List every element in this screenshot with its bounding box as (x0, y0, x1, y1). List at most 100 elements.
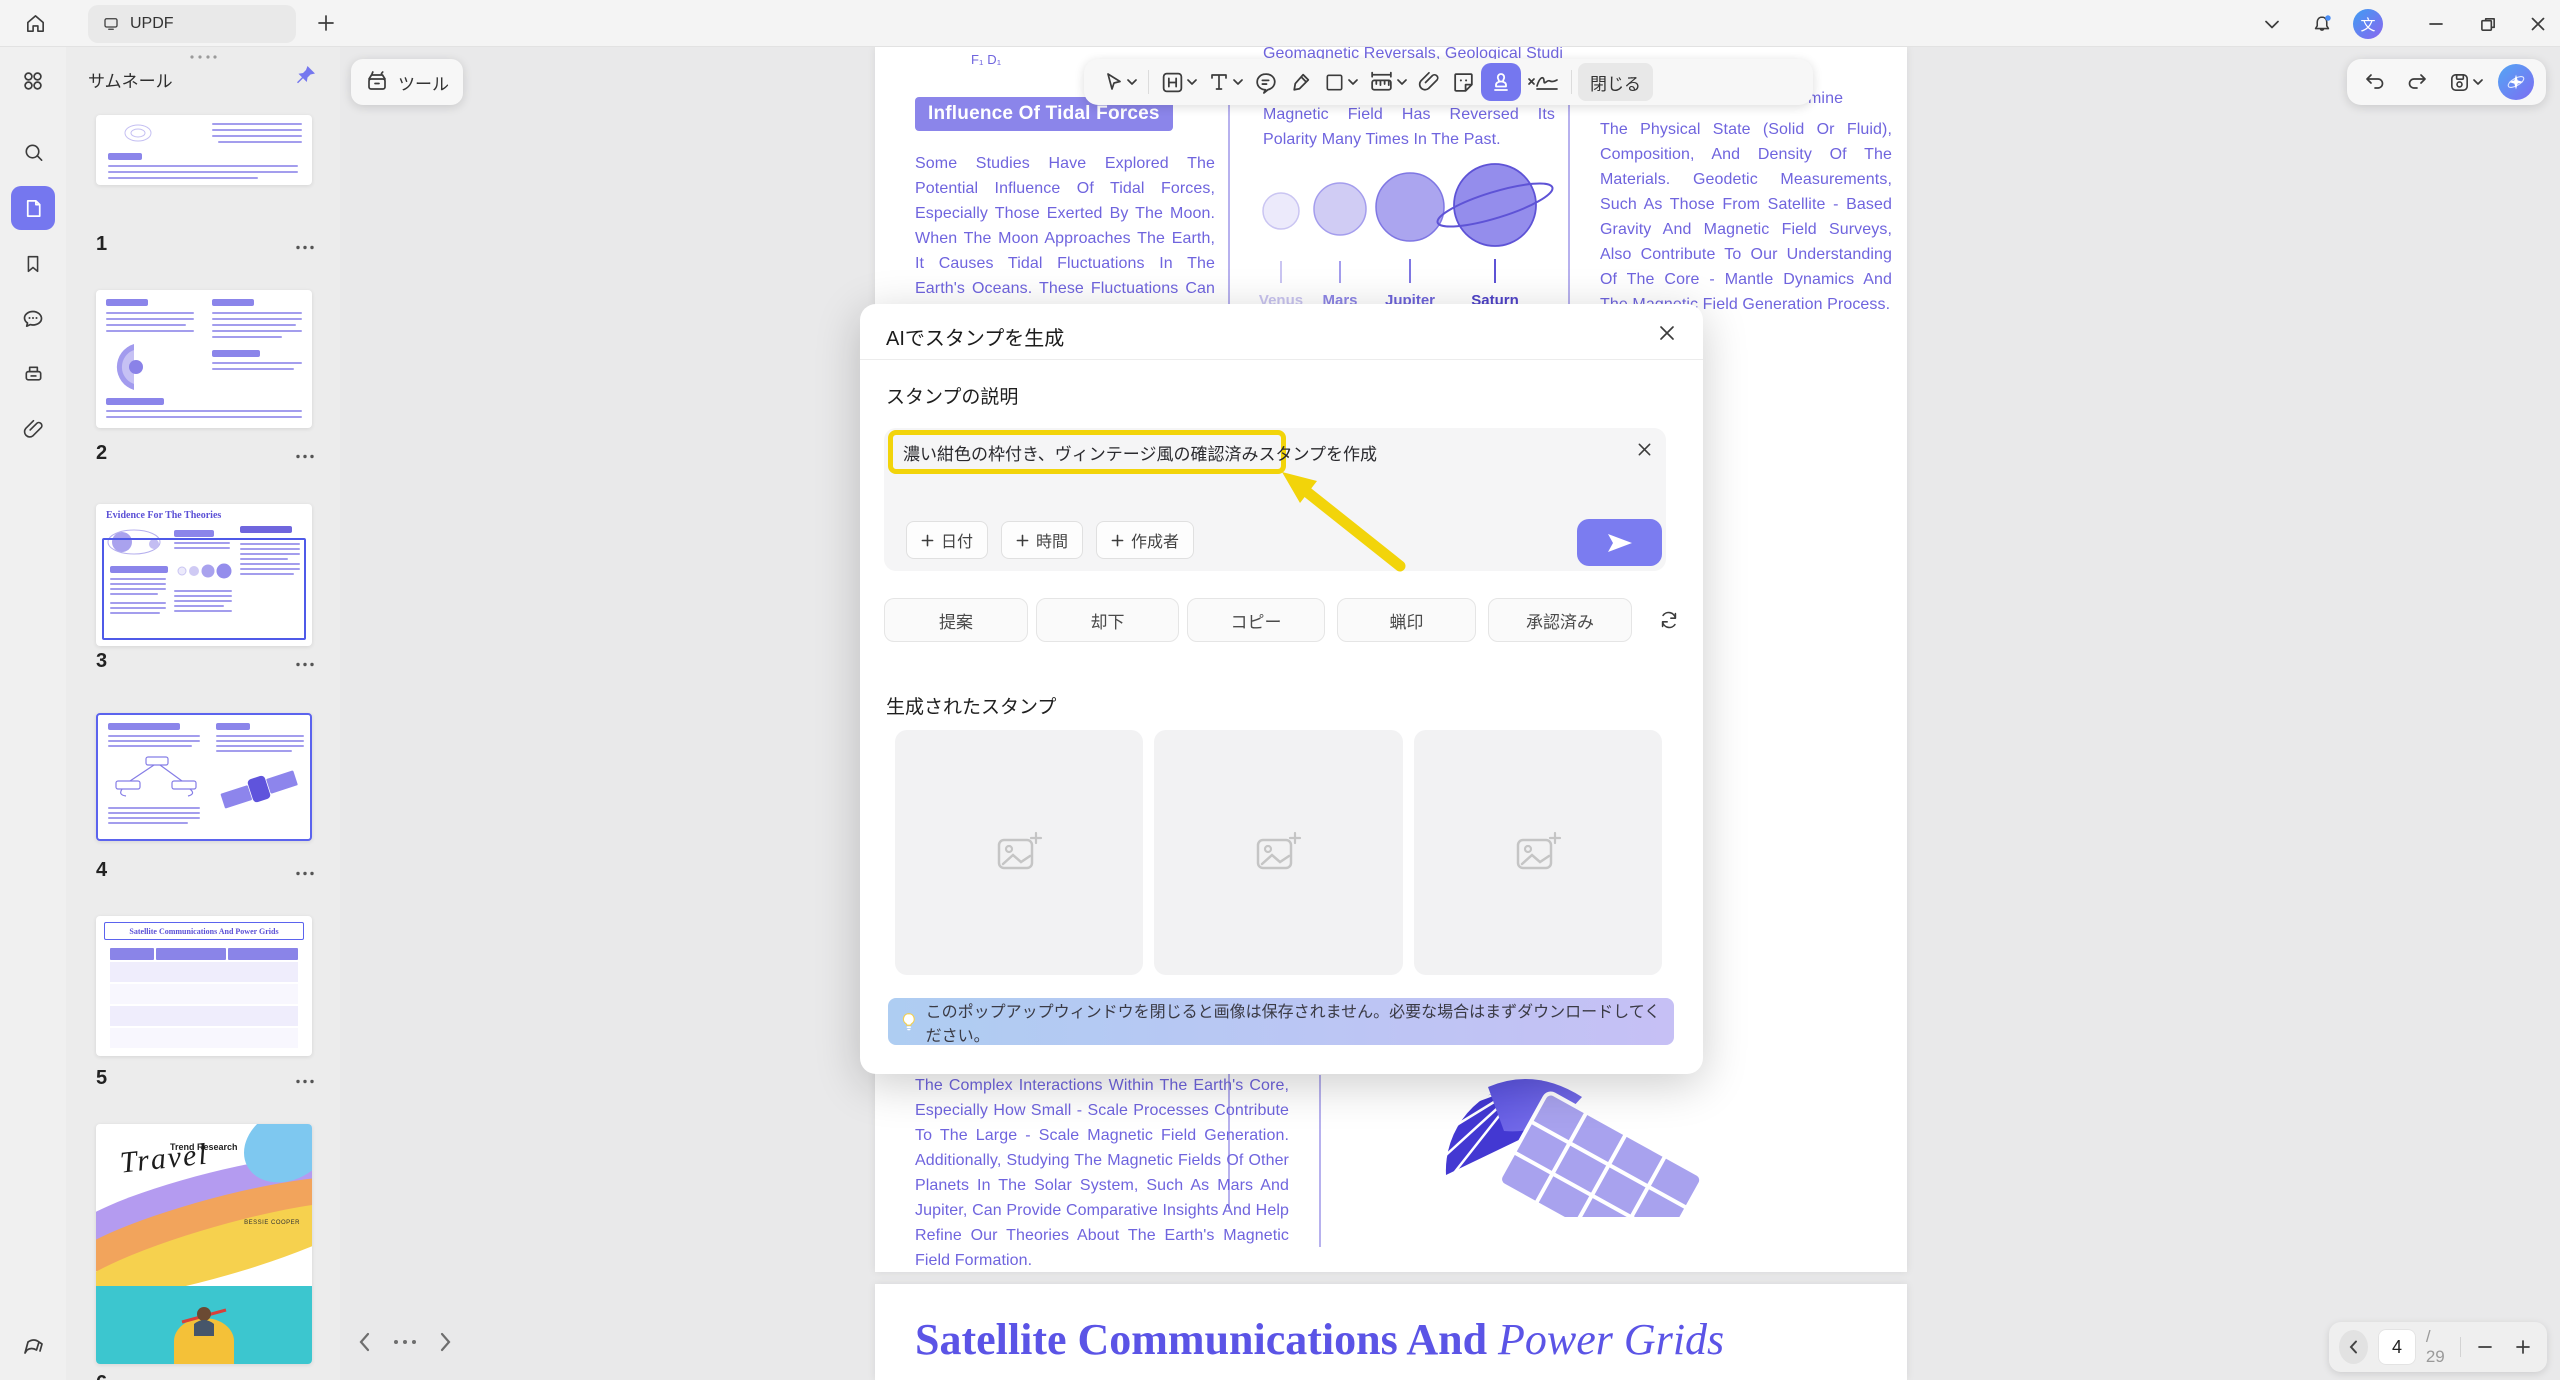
paperclip-icon (1417, 70, 1441, 94)
comments-icon (21, 307, 45, 331)
sidebar-item-comments[interactable] (11, 297, 55, 341)
search-icon (22, 141, 45, 164)
mini-page-title: Evidence For The Theories (106, 510, 221, 521)
sidebar-item-bookmarks[interactable] (11, 242, 55, 286)
ai-stamp-modal: AIでスタンプを生成 スタンプの説明 日付 時間 作成者 濃い紺色の枠付き、ヴィ… (860, 304, 1703, 1074)
panel-title: サムネール (88, 67, 173, 92)
chevron-down-icon[interactable] (2256, 8, 2288, 40)
saturn-planet (1434, 164, 1556, 246)
generated-stamps-label: 生成されたスタンプ (886, 692, 1056, 719)
current-page-input[interactable]: 4 (2378, 1329, 2416, 1365)
new-tab-button[interactable] (316, 13, 336, 33)
thumbnail-page-1[interactable] (96, 115, 312, 185)
app-grid-button[interactable] (11, 59, 55, 103)
signature-tool-button[interactable] (1521, 63, 1565, 101)
add-time-chip[interactable]: 時間 (1001, 521, 1083, 559)
suggestion-rejected[interactable]: 却下 (1036, 598, 1179, 642)
page-total: / 29 (2426, 1327, 2450, 1367)
generate-button[interactable] (1577, 519, 1662, 566)
thumbnail-page-3[interactable]: Evidence For The Theories (96, 504, 312, 646)
page-back-button[interactable] (2339, 1330, 2368, 1364)
maximize-button[interactable] (2472, 8, 2504, 40)
thumbnails-icon (22, 197, 45, 220)
thumbnail-menu-button[interactable] (292, 446, 318, 466)
ai-assistant-button[interactable] (2498, 64, 2534, 100)
sidebar-item-print[interactable] (11, 352, 55, 396)
chevron-down-icon (2473, 78, 2483, 86)
thumbnail-page-2[interactable] (96, 290, 312, 428)
shape-tool-button[interactable] (1318, 63, 1363, 101)
refresh-suggestions-button[interactable] (1658, 609, 1680, 631)
tools-button[interactable]: ツール (351, 59, 463, 105)
text-icon (1207, 70, 1231, 94)
thumbnail-menu-button[interactable] (292, 863, 318, 883)
stamp-tool-button-active[interactable] (1481, 63, 1521, 101)
page-list-menu-button[interactable] (393, 1339, 417, 1345)
cover-title: Travel (118, 1137, 210, 1180)
search-button[interactable] (11, 130, 55, 174)
send-icon (1607, 533, 1633, 553)
zoom-in-button[interactable] (2509, 1333, 2537, 1361)
select-tool-button[interactable] (1096, 63, 1142, 101)
titlebar: UPDF 文 (0, 0, 2560, 47)
generated-stamp-slot[interactable] (895, 730, 1143, 975)
thumbnail-page-4-current[interactable] (96, 713, 312, 841)
suggestion-proposal[interactable]: 提案 (884, 598, 1028, 642)
thumbnail-number: 1 (96, 233, 107, 256)
suggestion-approved[interactable]: 承認済み (1488, 598, 1632, 642)
add-date-chip[interactable]: 日付 (906, 521, 988, 559)
undo-button[interactable] (2359, 63, 2391, 101)
avatar[interactable]: 文 (2352, 8, 2384, 40)
next-page-button[interactable] (439, 1332, 452, 1352)
clear-prompt-button[interactable] (1637, 442, 1652, 457)
suggestion-copy[interactable]: コピー (1187, 598, 1325, 642)
quick-actions-toolbar (2347, 59, 2546, 105)
modal-close-button[interactable] (1655, 321, 1679, 345)
thumbnail-menu-button[interactable] (292, 1071, 318, 1091)
comment-tool-button[interactable] (1248, 63, 1283, 101)
column-divider (1319, 1075, 1321, 1247)
add-author-chip[interactable]: 作成者 (1096, 521, 1194, 559)
home-button[interactable] (24, 12, 47, 35)
pin-icon[interactable] (294, 63, 318, 87)
generated-stamp-slot[interactable] (1414, 730, 1662, 975)
save-button[interactable] (2443, 63, 2488, 101)
ai-sparkle-icon (2505, 71, 2527, 93)
attachment-tool-button[interactable] (1412, 63, 1446, 101)
left-icon-rail (0, 47, 66, 1380)
plus-icon (1016, 534, 1029, 547)
notifications-button[interactable] (2306, 8, 2338, 40)
generated-stamp-slot[interactable] (1154, 730, 1402, 975)
export-button[interactable] (11, 1325, 55, 1369)
cover-author: BESSIE COOPER (244, 1220, 300, 1226)
heading-tool-button[interactable] (1155, 63, 1202, 101)
prev-page-button[interactable] (358, 1332, 371, 1352)
bookmark-icon (22, 253, 44, 275)
sidebar-item-attachments[interactable] (11, 407, 55, 451)
sticker-tool-button[interactable] (1446, 63, 1481, 101)
zoom-out-button[interactable] (2471, 1333, 2499, 1361)
prompt-input[interactable]: 濃い紺色の枠付き、ヴィンテージ風の確認済みスタンプを作成 (903, 440, 1377, 465)
thumbnail-menu-button[interactable] (292, 654, 318, 674)
measure-tool-button[interactable] (1363, 63, 1412, 101)
undo-icon (2364, 72, 2386, 92)
close-window-button[interactable] (2522, 8, 2554, 40)
sidebar-item-thumbnails[interactable] (11, 186, 55, 230)
formula-fragment: F₁ D₁ (971, 47, 1001, 72)
thumbnail-page-6[interactable]: Trend Research Travel BESSIE COOPER (96, 1124, 312, 1364)
thumbnail-menu-button[interactable] (292, 237, 318, 257)
thumbnail-number: 4 (96, 859, 107, 882)
thumbnail-page-5[interactable]: Satellite Communications And Power Grids (96, 916, 312, 1056)
text-tool-button[interactable] (1202, 63, 1248, 101)
suggestion-wax-seal[interactable]: 蝋印 (1337, 598, 1476, 642)
minimize-button[interactable] (2420, 8, 2452, 40)
highlighter-tool-button[interactable] (1283, 63, 1318, 101)
redo-button[interactable] (2401, 63, 2433, 101)
close-toolbar-button[interactable]: 閉じる (1578, 63, 1653, 101)
thumbnail-panel: サムネール 1 2 Evidence For The Theories (66, 47, 340, 1380)
document-tab[interactable]: UPDF (88, 5, 296, 43)
thumbnail-menu-button[interactable] (292, 1376, 318, 1380)
panel-drag-handle[interactable] (188, 54, 218, 60)
document-tab-icon (102, 15, 120, 33)
doc-paragraph: Magnetic Field Has Reversed Its Polarity… (1263, 102, 1555, 152)
